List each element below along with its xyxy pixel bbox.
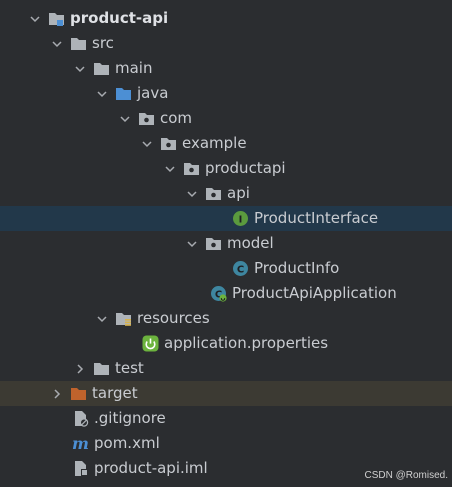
source-root-folder-icon [115, 85, 132, 102]
tree-row-label: ProductApiApplication [232, 284, 397, 302]
tree-row-productinfo[interactable]: C ProductInfo [0, 256, 452, 281]
tree-row-label: com [160, 109, 193, 127]
tree-row-label: src [92, 34, 114, 52]
iml-file-icon [72, 460, 89, 477]
tree-row-label: target [92, 384, 138, 402]
tree-row-label: product-api [70, 9, 169, 27]
interface-icon: I [232, 210, 249, 227]
chevron-down-icon[interactable] [73, 62, 87, 76]
excluded-folder-icon [70, 385, 87, 402]
tree-row-label: model [227, 234, 274, 252]
tree-row-label: ProductInfo [254, 259, 340, 277]
tree-row-productinterface[interactable]: I ProductInterface [0, 206, 452, 231]
tree-row-gitignore[interactable]: .gitignore [0, 406, 452, 431]
chevron-down-icon[interactable] [50, 37, 64, 51]
tree-row-label: productapi [205, 159, 286, 177]
package-icon [205, 185, 222, 202]
tree-row-label: example [182, 134, 247, 152]
folder-icon [70, 35, 87, 52]
tree-row-application-properties[interactable]: application.properties [0, 331, 452, 356]
svg-text:C: C [237, 265, 244, 276]
chevron-right-icon[interactable] [73, 362, 87, 376]
tree-row-label: resources [137, 309, 210, 327]
class-icon: C [232, 260, 249, 277]
chevron-down-icon[interactable] [95, 87, 109, 101]
maven-icon: m [72, 435, 89, 452]
chevron-down-icon[interactable] [28, 12, 42, 26]
tree-row-java[interactable]: java [0, 81, 452, 106]
project-tree: product-api src main java com example pr… [0, 0, 452, 487]
chevron-down-icon[interactable] [163, 162, 177, 176]
package-icon [205, 235, 222, 252]
package-icon [138, 110, 155, 127]
tree-row-example[interactable]: example [0, 131, 452, 156]
spring-boot-class-icon: C [210, 285, 227, 302]
chevron-down-icon[interactable] [185, 237, 199, 251]
folder-icon [93, 60, 110, 77]
tree-row-api[interactable]: api [0, 181, 452, 206]
watermark: CSDN @Romised. [364, 470, 448, 481]
resources-folder-icon [115, 310, 132, 327]
chevron-right-icon[interactable] [50, 387, 64, 401]
package-icon [160, 135, 177, 152]
svg-text:I: I [239, 215, 243, 226]
tree-row-label: test [115, 359, 144, 377]
chevron-down-icon[interactable] [95, 312, 109, 326]
tree-row-main[interactable]: main [0, 56, 452, 81]
chevron-down-icon[interactable] [185, 187, 199, 201]
tree-row-resources[interactable]: resources [0, 306, 452, 331]
tree-row-label: product-api.iml [94, 459, 208, 477]
svg-text:m: m [72, 435, 89, 452]
gitignore-file-icon [72, 410, 89, 427]
tree-row-src[interactable]: src [0, 31, 452, 56]
tree-row-label: ProductInterface [254, 209, 379, 227]
tree-row-target[interactable]: target [0, 381, 452, 406]
tree-row-pom-xml[interactable]: m pom.xml [0, 431, 452, 456]
tree-row-test[interactable]: test [0, 356, 452, 381]
tree-row-product-api[interactable]: product-api [0, 6, 452, 31]
tree-row-label: api [227, 184, 250, 202]
tree-row-productapiapplication[interactable]: C ProductApiApplication [0, 281, 452, 306]
chevron-down-icon[interactable] [140, 137, 154, 151]
chevron-down-icon[interactable] [118, 112, 132, 126]
tree-row-label: application.properties [164, 334, 329, 352]
tree-row-productapi[interactable]: productapi [0, 156, 452, 181]
package-icon [183, 160, 200, 177]
tree-row-com[interactable]: com [0, 106, 452, 131]
tree-row-label: main [115, 59, 153, 77]
tree-row-model[interactable]: model [0, 231, 452, 256]
spring-properties-icon [142, 335, 159, 352]
tree-row-label: pom.xml [94, 434, 160, 452]
module-folder-icon [48, 10, 65, 27]
tree-row-label: .gitignore [94, 409, 166, 427]
folder-icon [93, 360, 110, 377]
tree-row-label: java [137, 84, 169, 102]
